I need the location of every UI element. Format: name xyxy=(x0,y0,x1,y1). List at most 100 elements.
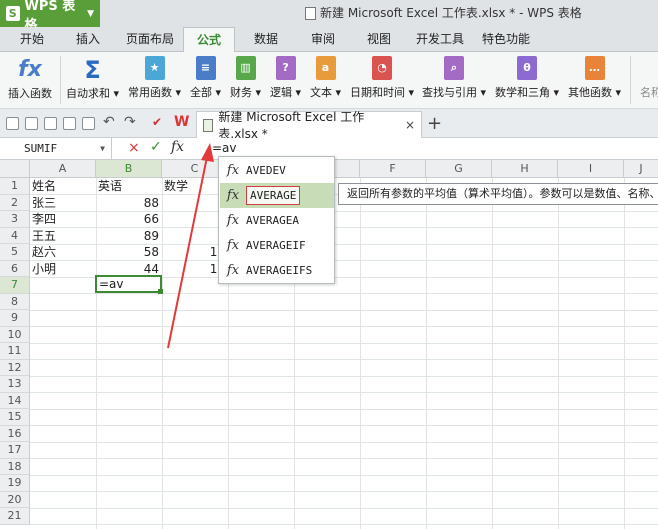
ribbon-tabs: 开始 插入 页面布局 公式 数据 审阅 视图 开发工具 特色功能 xyxy=(0,27,658,53)
autocomplete-item-averagea[interactable]: fx AVERAGEA xyxy=(220,208,334,233)
column-header-b[interactable]: B xyxy=(96,160,162,178)
row-header[interactable]: 16 xyxy=(0,425,30,442)
row-header[interactable]: 17 xyxy=(0,442,30,459)
tab-formulas[interactable]: 公式 xyxy=(183,27,235,53)
row-header[interactable]: 4 xyxy=(0,227,30,244)
cell-c1[interactable]: 数学 xyxy=(164,178,188,195)
column-header-h[interactable]: H xyxy=(492,160,558,178)
tab-data[interactable]: 数据 xyxy=(254,27,278,52)
tab-insert[interactable]: 插入 xyxy=(76,27,100,52)
save-icon[interactable] xyxy=(25,117,38,130)
column-header-f[interactable]: F xyxy=(360,160,426,178)
chevron-down-icon: ▼ xyxy=(87,8,94,19)
list-icon: ≡ xyxy=(195,56,216,80)
document-tab-title: 新建 Microsoft Excel 工作表.xlsx * xyxy=(218,110,365,141)
cell-b3[interactable]: 66 xyxy=(96,211,162,228)
print-preview-icon[interactable] xyxy=(82,117,95,130)
formula-input[interactable]: =av xyxy=(212,141,237,155)
cell-a3[interactable]: 李四 xyxy=(32,211,56,228)
row-header[interactable]: 13 xyxy=(0,376,30,393)
autosum-button[interactable]: Σ 自动求和 ▾ xyxy=(66,56,119,101)
cancel-icon[interactable]: × xyxy=(128,140,140,156)
undo-icon[interactable]: ↶ xyxy=(103,114,115,130)
ribbon: fx 插入函数 Σ 自动求和 ▾ ★ 常用函数 ▾ ≡ 全部 ▾ ▥ 财务 ▾ … xyxy=(0,52,658,109)
tab-developer[interactable]: 开发工具 xyxy=(416,27,464,52)
datetime-button[interactable]: ◔ 日期和时间 ▾ xyxy=(350,56,414,100)
cell-a1[interactable]: 姓名 xyxy=(32,178,56,195)
row-header[interactable]: 14 xyxy=(0,392,30,409)
cell-b2[interactable]: 88 xyxy=(96,195,162,212)
autocomplete-item-averageifs[interactable]: fx AVERAGEIFS xyxy=(220,258,334,283)
name-box[interactable]: SUMIF ▼ xyxy=(0,138,112,160)
all-functions-button[interactable]: ≡ 全部 ▾ xyxy=(190,56,221,100)
close-icon[interactable]: × xyxy=(405,118,415,132)
logical-button[interactable]: ? 逻辑 ▾ xyxy=(270,56,301,100)
insert-function-icon[interactable]: fx xyxy=(171,139,184,155)
name-manager-button[interactable]: 名称 xyxy=(640,56,658,100)
fill-handle[interactable] xyxy=(158,289,163,294)
insert-function-button[interactable]: fx 插入函数 xyxy=(8,56,52,101)
row-header[interactable]: 7 xyxy=(0,277,30,294)
cell-a2[interactable]: 张三 xyxy=(32,195,56,212)
tab-special[interactable]: 特色功能 xyxy=(482,27,530,52)
row-header[interactable]: 3 xyxy=(0,211,30,228)
cell-a6[interactable]: 小明 xyxy=(32,261,56,278)
chevron-down-icon[interactable]: ▼ xyxy=(100,138,105,160)
text-button[interactable]: a 文本 ▾ xyxy=(310,56,341,100)
lookup-button[interactable]: ⌕ 查找与引用 ▾ xyxy=(422,56,486,100)
row-header[interactable]: 18 xyxy=(0,458,30,475)
window-title: 新建 Microsoft Excel 工作表.xlsx * - WPS 表格 xyxy=(305,0,582,27)
new-tab-icon[interactable]: + xyxy=(427,113,442,134)
active-cell-b7[interactable]: =av xyxy=(95,275,162,293)
column-header-j[interactable]: J xyxy=(624,160,658,178)
row-header[interactable]: 1 xyxy=(0,178,30,195)
app-menu-button[interactable]: S WPS 表格 ▼ xyxy=(0,0,100,33)
function-icon: fx xyxy=(226,263,240,278)
confirm-icon[interactable]: ✓ xyxy=(150,139,162,155)
cell-b4[interactable]: 89 xyxy=(96,228,162,245)
document-icon xyxy=(305,7,316,20)
row-header[interactable]: 8 xyxy=(0,293,30,310)
tab-view[interactable]: 视图 xyxy=(367,27,391,52)
row-header[interactable]: 15 xyxy=(0,409,30,426)
row-header[interactable]: 9 xyxy=(0,310,30,327)
open-icon[interactable] xyxy=(6,117,19,130)
other-functions-button[interactable]: … 其他函数 ▾ xyxy=(568,56,621,100)
row-header[interactable]: 5 xyxy=(0,244,30,261)
select-all-corner[interactable] xyxy=(0,160,30,178)
customize-icon[interactable]: ✔ xyxy=(152,115,162,129)
column-header-g[interactable]: G xyxy=(426,160,492,178)
column-header-a[interactable]: A xyxy=(30,160,96,178)
row-header[interactable]: 20 xyxy=(0,491,30,508)
common-functions-button[interactable]: ★ 常用函数 ▾ xyxy=(128,56,181,100)
cell-a5[interactable]: 赵六 xyxy=(32,244,56,261)
tab-home[interactable]: 开始 xyxy=(20,27,44,52)
row-header[interactable]: 19 xyxy=(0,475,30,492)
print-icon[interactable] xyxy=(63,117,76,130)
autocomplete-item-avedev[interactable]: fx AVEDEV xyxy=(220,158,334,183)
function-tooltip: 返回所有参数的平均值（算术平均值）。参数可以是数值、名称、数组、引用 xyxy=(338,183,658,205)
autocomplete-item-averageif[interactable]: fx AVERAGEIF xyxy=(220,233,334,258)
financial-button[interactable]: ▥ 财务 ▾ xyxy=(230,56,261,100)
function-icon: fx xyxy=(226,163,240,178)
cell-b5[interactable]: 58 xyxy=(96,244,162,261)
cell-b1[interactable]: 英语 xyxy=(98,178,122,195)
math-trig-button[interactable]: θ 数学和三角 ▾ xyxy=(495,56,559,100)
export-pdf-icon[interactable] xyxy=(44,117,57,130)
cell-a4[interactable]: 王五 xyxy=(32,228,56,245)
row-header[interactable]: 2 xyxy=(0,194,30,211)
document-tab[interactable]: 新建 Microsoft Excel 工作表.xlsx * × xyxy=(196,110,422,141)
tab-review[interactable]: 审阅 xyxy=(311,27,335,52)
redo-icon[interactable]: ↷ xyxy=(124,114,136,130)
row-header[interactable]: 10 xyxy=(0,326,30,343)
logical-label: 逻辑 ▾ xyxy=(270,86,302,99)
tab-page-layout[interactable]: 页面布局 xyxy=(126,27,174,52)
row-header[interactable]: 12 xyxy=(0,359,30,376)
row-header[interactable]: 6 xyxy=(0,260,30,277)
column-header-i[interactable]: I xyxy=(558,160,624,178)
row-header[interactable]: 21 xyxy=(0,508,30,525)
row-header[interactable]: 11 xyxy=(0,343,30,360)
function-icon: fx xyxy=(226,238,240,253)
autocomplete-item-average[interactable]: fx AVERAGE xyxy=(220,183,334,208)
wps-logo-icon: S xyxy=(6,6,20,21)
